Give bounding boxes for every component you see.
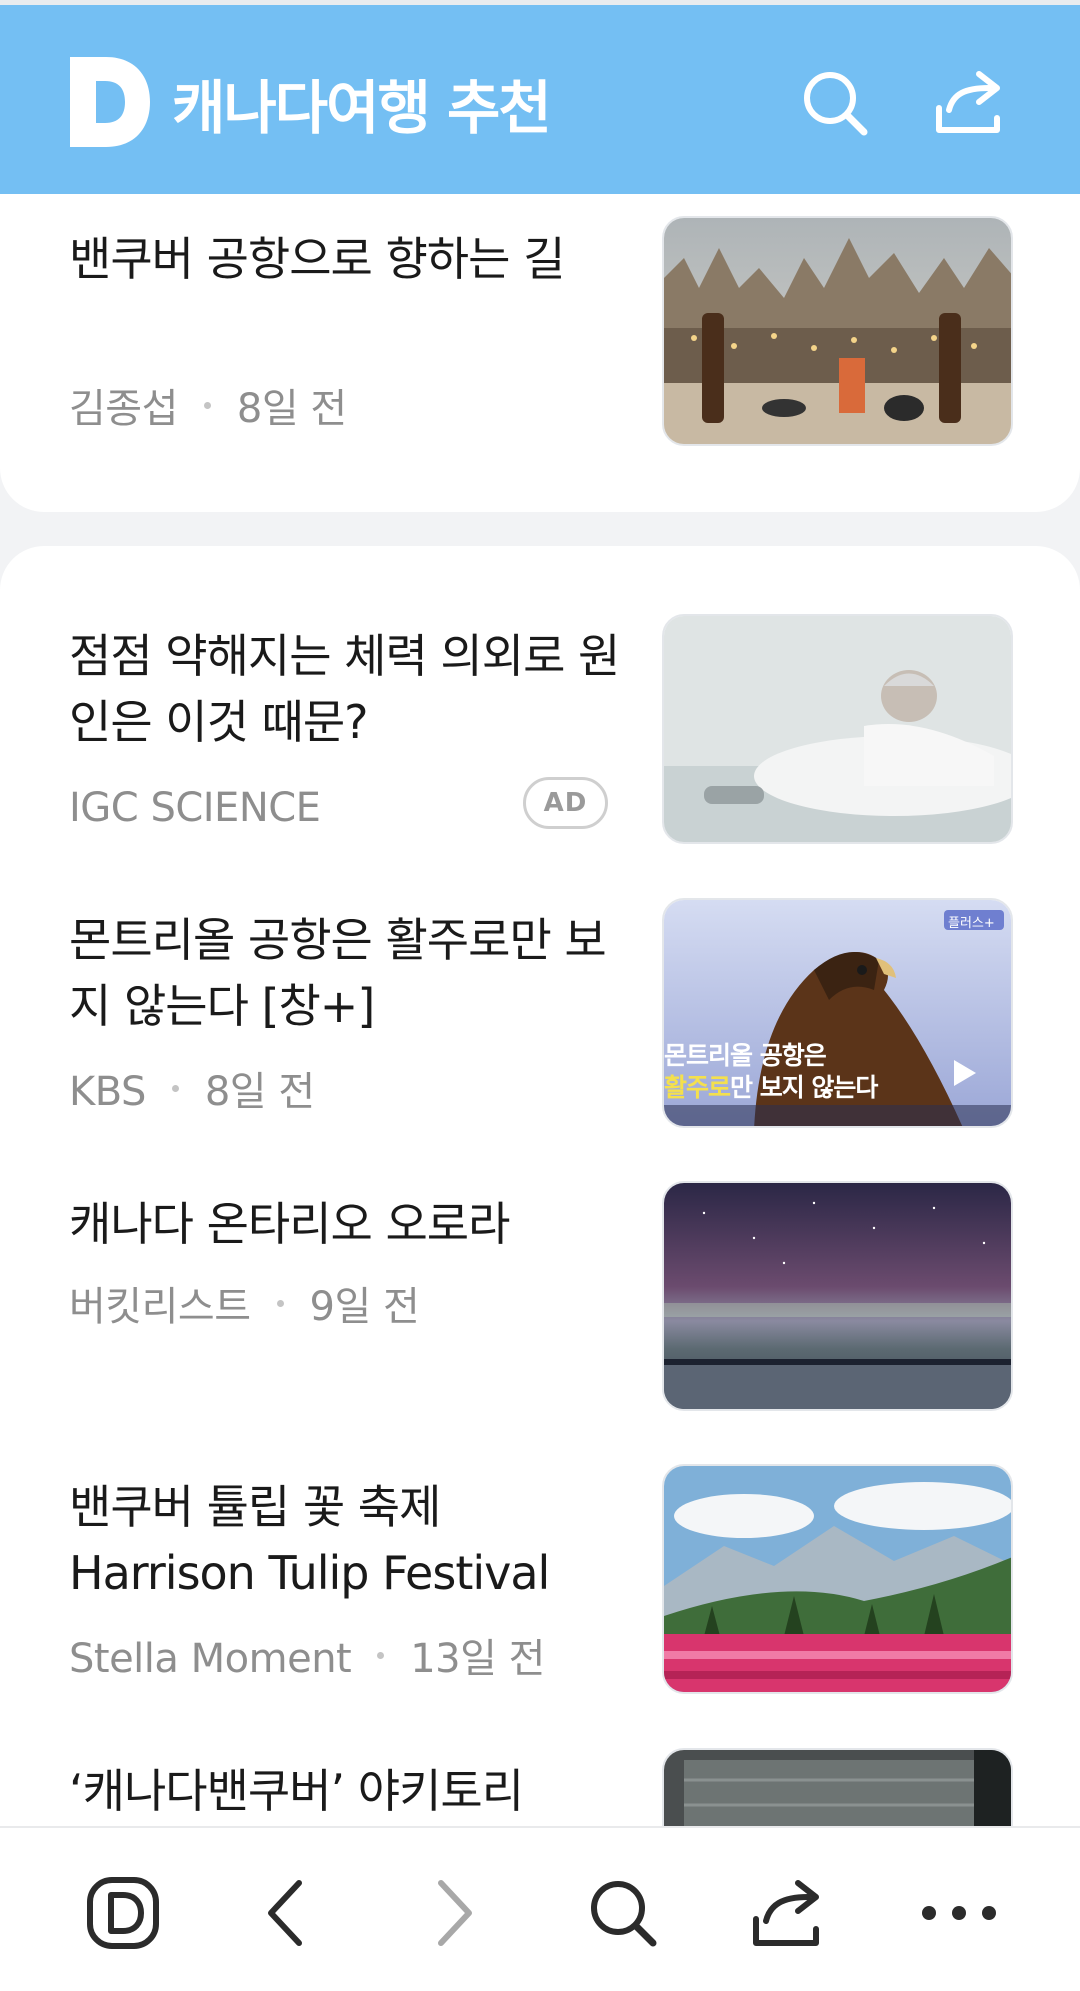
article-time: 8일 전 — [236, 386, 347, 432]
article-title[interactable]: 점점 약해지는 체력 의외로 원인은 이것 때문? — [69, 623, 629, 755]
separator-dot — [203, 401, 211, 409]
nav-home-button[interactable] — [78, 1868, 168, 1958]
separator-dot — [276, 1299, 284, 1307]
elderly-man-sleeping-image[interactable] — [662, 614, 1013, 844]
article-title[interactable]: 캐나다 온타리오 오로라 — [69, 1191, 629, 1257]
daum-d-logo-icon[interactable] — [70, 57, 150, 147]
article-meta: Stella Moment 13일 전 — [69, 1634, 545, 1684]
tulip-field-mountains-image[interactable] — [662, 1464, 1013, 1694]
article-source: KBS — [69, 1069, 146, 1115]
search-icon — [591, 1881, 657, 1947]
article-source: 김종섭 — [69, 386, 178, 432]
article-time: 13일 전 — [410, 1636, 545, 1682]
header-search-button[interactable] — [795, 63, 875, 143]
video-tag: 플러스+ — [948, 916, 995, 931]
ad-badge: AD — [523, 777, 608, 829]
article-time: 8일 전 — [204, 1069, 315, 1115]
video-caption-highlight: 활주로 — [664, 1073, 731, 1102]
article-source: IGC SCIENCE — [69, 785, 321, 831]
share-icon — [753, 1880, 819, 1946]
article-meta: KBS 8일 전 — [69, 1067, 315, 1117]
yakitori-restaurant-image[interactable] — [662, 1748, 1013, 1838]
article-title[interactable]: ‘캐나다밴쿠버’ 야키토리 — [69, 1758, 629, 1824]
share-icon — [936, 71, 1000, 133]
nav-back-button[interactable] — [240, 1868, 330, 1958]
app-header: 캐나다여행 추천 — [0, 5, 1080, 194]
article-time: 9일 전 — [309, 1284, 420, 1330]
separator-dot — [171, 1084, 179, 1092]
article-meta: 김종섭 8일 전 — [69, 384, 347, 434]
nav-forward-button[interactable] — [410, 1868, 500, 1958]
article-meta: 버킷리스트 9일 전 — [69, 1282, 420, 1332]
bottom-navigation-bar — [0, 1826, 1080, 1991]
separator-dot — [377, 1651, 385, 1659]
article-title[interactable]: 밴쿠버 공항으로 향하는 길 — [69, 226, 629, 292]
article-source: Stella Moment — [69, 1636, 352, 1682]
aurora-night-sky-image[interactable] — [662, 1181, 1013, 1411]
article-source: 버킷리스트 — [69, 1284, 251, 1330]
nav-search-button[interactable] — [578, 1868, 668, 1958]
article-title[interactable]: 밴쿠버 튤립 꽃 축제 Harrison Tulip Festival — [69, 1474, 629, 1606]
search-icon — [804, 72, 868, 136]
back-arrow-icon — [268, 1880, 302, 1946]
hawk-video-image[interactable]: 플러스+ 몬트리올 공항은 활주로만 보지 않는다 — [662, 898, 1013, 1128]
more-icon — [922, 1906, 996, 1920]
nav-share-button[interactable] — [745, 1868, 835, 1958]
daum-home-icon — [87, 1877, 159, 1949]
forward-arrow-icon — [438, 1880, 472, 1946]
video-caption-line: 몬트리올 공항은 — [664, 1041, 827, 1070]
video-caption-rest: 만 보지 않는다 — [730, 1073, 878, 1102]
page-title: 캐나다여행 추천 — [172, 74, 552, 142]
cappadocia-terrace-drinks-image[interactable] — [662, 216, 1013, 446]
article-title[interactable]: 몬트리올 공항은 활주로만 보지 않는다 [창+] — [69, 907, 629, 1039]
nav-more-button[interactable] — [914, 1868, 1004, 1958]
header-share-button[interactable] — [932, 63, 1012, 143]
